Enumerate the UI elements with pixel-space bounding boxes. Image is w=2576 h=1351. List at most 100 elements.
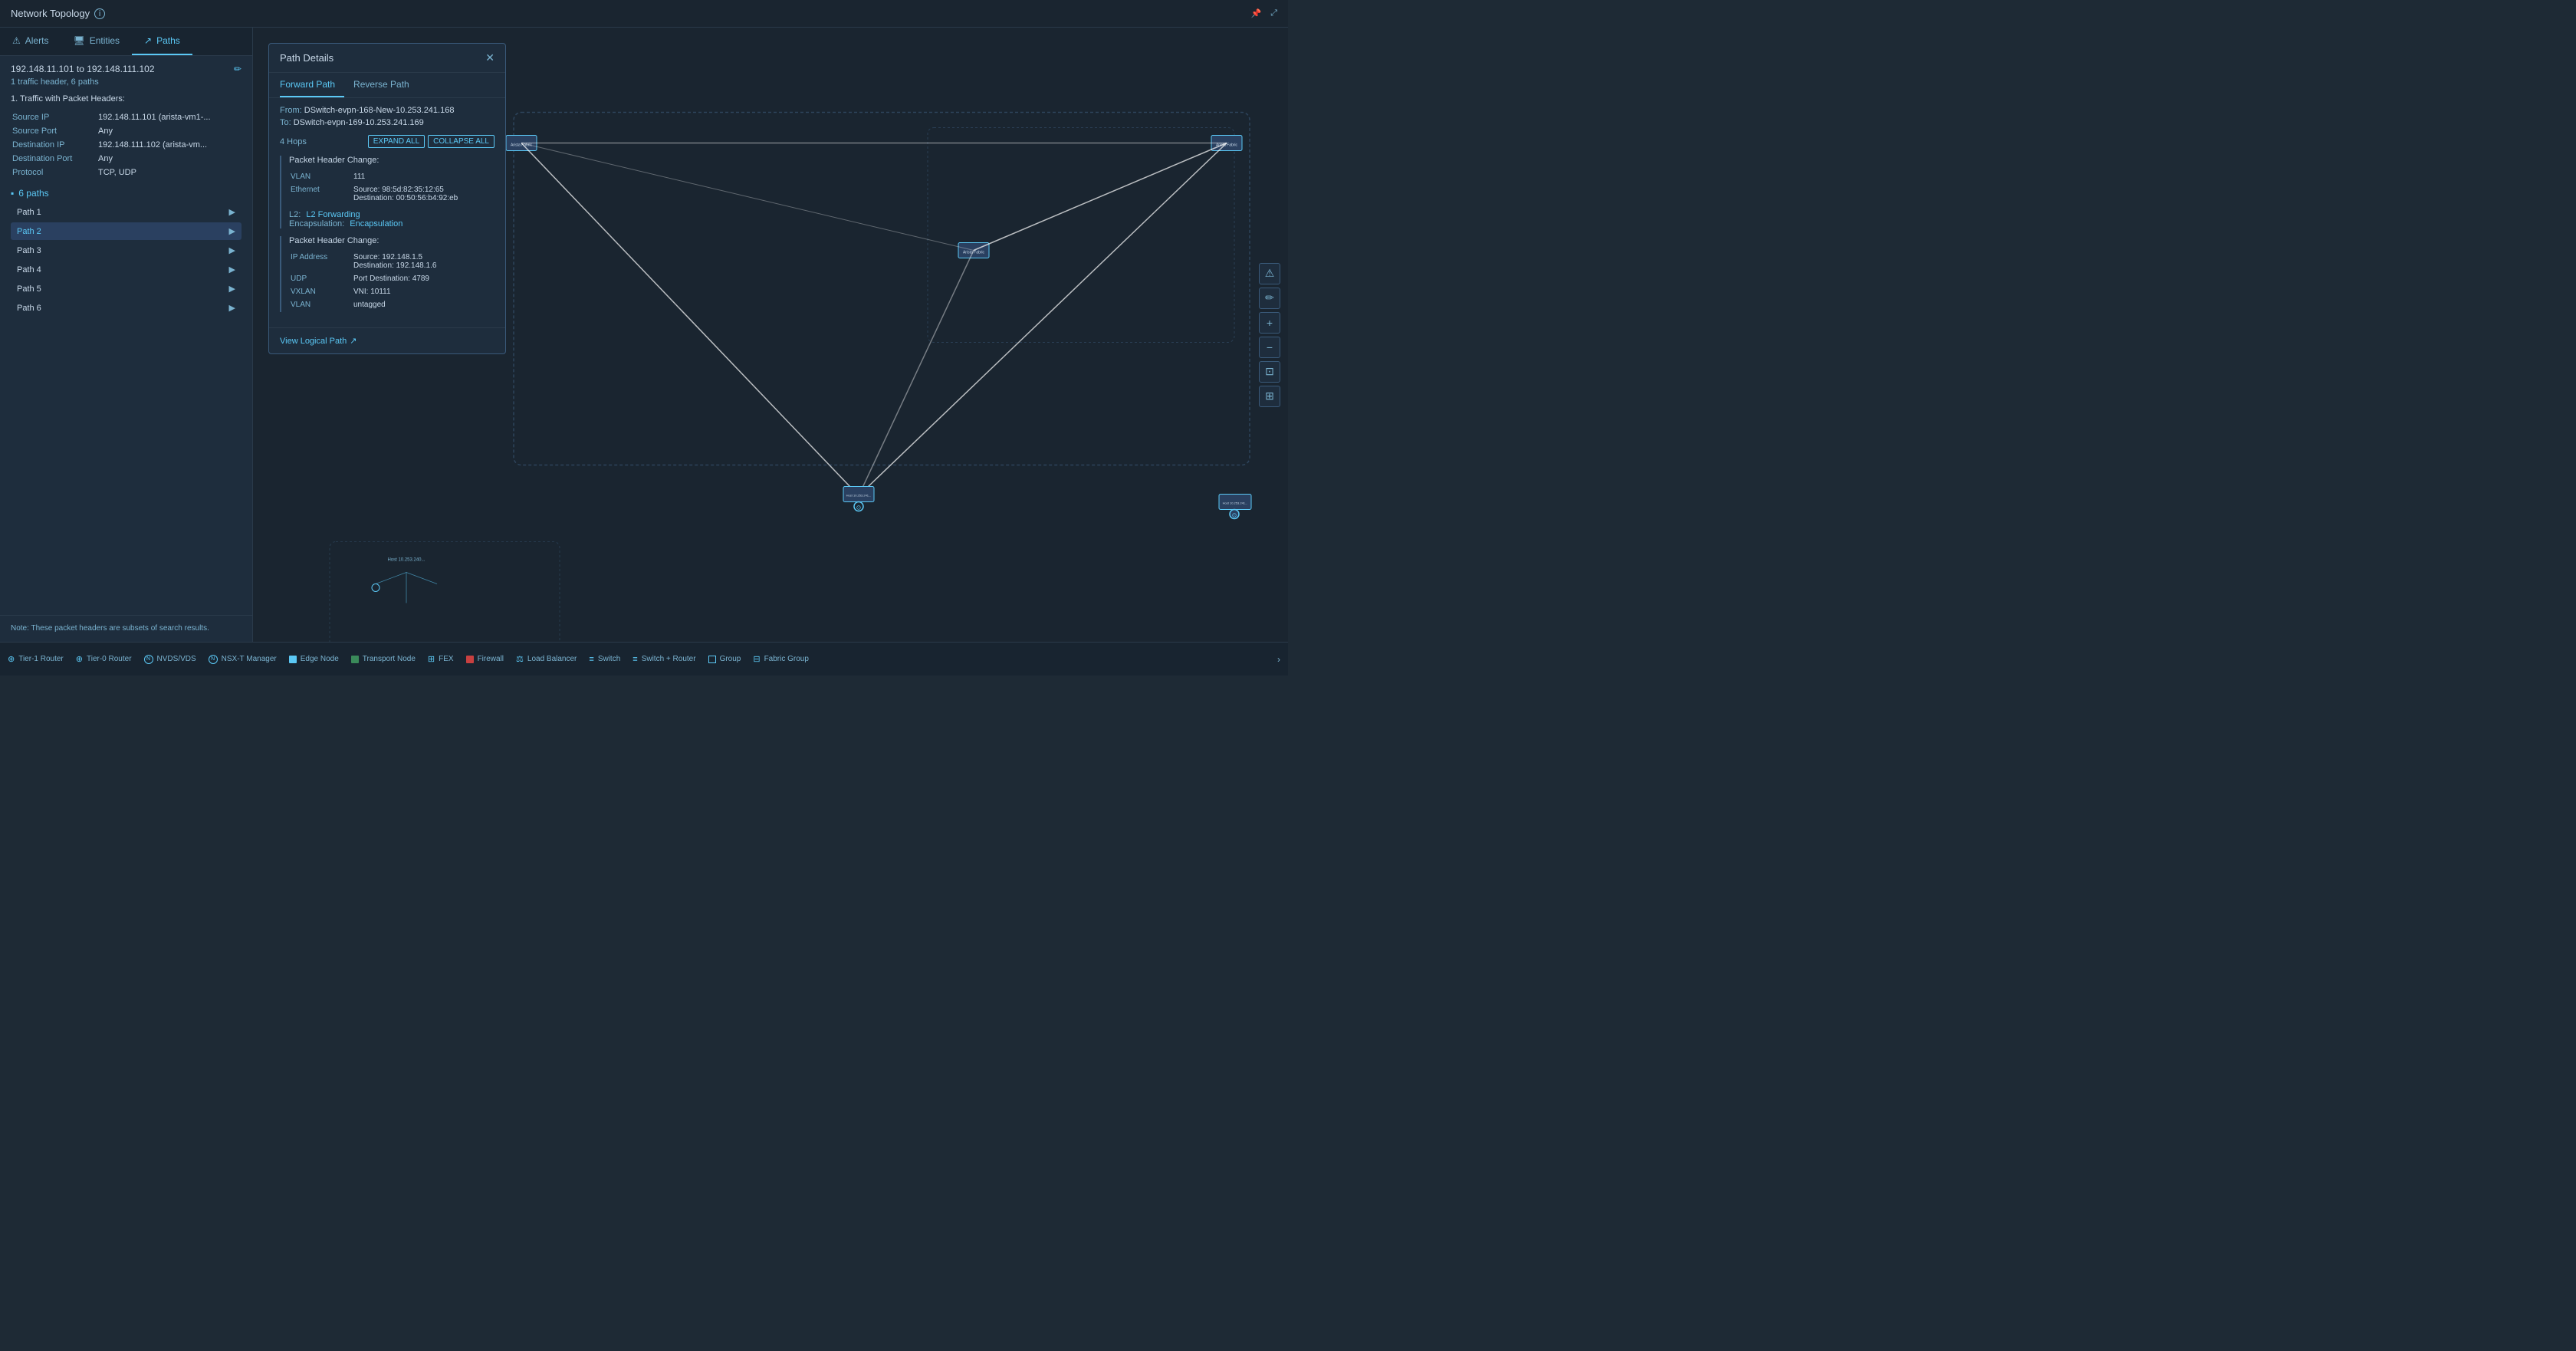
source-ip-value: 192.148.11.101 (arista-vm1-... [98,111,240,123]
svg-text:⊙: ⊙ [856,505,862,511]
legend-tier1-router: ⊕ Tier-1 Router [8,654,64,664]
fex-label: FEX [439,655,453,663]
more-button[interactable]: › [1277,654,1280,665]
source-port-label: Source Port [12,125,97,137]
path-3-label: Path 3 [17,246,41,255]
path-1-chevron: ▶ [229,207,235,217]
legend-nvds-vds: N NVDS/VDS [144,655,196,664]
legend-load-balancer: ⚖ Load Balancer [516,654,577,664]
hop-1-l2-label: L2: [289,210,301,219]
hop-1-section: Packet Header Change: VLAN 111 Ethernet … [280,156,495,228]
expand-icon[interactable]: ⤢ [1270,8,1277,18]
fit-button[interactable]: ⊡ [1259,361,1280,383]
hop-2-udp-row: UDP Port Destination: 4789 [291,273,493,284]
path-1-label: Path 1 [17,208,41,217]
zoom-out-button[interactable]: − [1259,337,1280,358]
group-icon [708,656,716,663]
hops-actions: EXPAND ALL COLLAPSE ALL [368,135,495,148]
path-5-label: Path 5 [17,284,41,294]
edit-tool-button[interactable]: ✏ [1259,288,1280,309]
hop-1-ethernet-value: Source: 98:5d:82:35:12:65 Destination: 0… [353,184,493,204]
path-item-2[interactable]: Path 2 ▶ [11,222,242,240]
source-port-value: Any [98,125,240,137]
bottom-legend-bar: ⊕ Tier-1 Router ⊕ Tier-0 Router N NVDS/V… [0,642,1288,676]
legend-firewall: Firewall [466,655,504,663]
paths-collapse-header[interactable]: ▪ 6 paths [11,188,242,199]
legend-group: Group [708,655,741,663]
svg-text:Arista Fabric: Arista Fabric [1216,143,1238,148]
path-item-4[interactable]: Path 4 ▶ [11,261,242,278]
transport-node-label: Transport Node [363,655,416,663]
nvds-label: NVDS/VDS [157,655,196,663]
switch-router-icon: ≡ [632,655,637,664]
header-actions: 📌 ⤢ [1250,8,1277,18]
tab-forward-path[interactable]: Forward Path [280,73,344,97]
dest-ip-value: 192.148.111.102 (arista-vm... [98,139,240,151]
fabric-group-icon: ⊟ [753,654,760,664]
app-header: Network Topology i 📌 ⤢ [0,0,1288,28]
path-details-close[interactable]: ✕ [485,51,495,64]
hop-2-vxlan-row: VXLAN VNI: 10111 [291,286,493,297]
nsx-icon: N [209,655,218,664]
hop-2-vlan-value: untagged [353,299,493,311]
collapse-all-button[interactable]: COLLAPSE ALL [428,135,495,148]
firewall-label: Firewall [478,655,504,663]
tab-alerts[interactable]: ⚠ Alerts [0,28,61,55]
path-item-3[interactable]: Path 3 ▶ [11,242,242,259]
entities-icon: 🖥 [73,35,84,46]
path-details-panel: Path Details ✕ Forward Path Reverse Path… [268,43,506,354]
switch-router-label: Switch + Router [642,655,696,663]
collapse-icon: ▪ [11,188,14,199]
node-bottom-left[interactable]: Host 10.253.241... ⊙ [843,487,874,511]
hop-1-table: VLAN 111 Ethernet Source: 98:5d:82:35:12… [289,169,495,205]
svg-text:Host 10.253.241...: Host 10.253.241... [1223,501,1248,505]
hop-1-title: Packet Header Change: [289,156,495,165]
edit-path-icon[interactable]: ✏ [234,64,242,74]
alert-tool-button[interactable]: ⚠ [1259,263,1280,284]
expand-all-button[interactable]: EXPAND ALL [368,135,425,148]
hops-label: 4 Hops [280,137,307,146]
nvds-icon: N [144,655,153,664]
hop-2-udp-value: Port Destination: 4789 [353,273,493,284]
transport-node-icon [351,656,359,663]
note-text: Note: These packet headers are subsets o… [0,615,252,642]
hop-1-l2-row: L2: L2 Forwarding [289,210,495,219]
tab-entities[interactable]: 🖥 Entities [61,28,132,55]
edge-node-label: Edge Node [301,655,339,663]
node-bottom-right[interactable]: Host 10.253.241... ⊙ [1219,495,1251,519]
canvas-area: Path Details ✕ Forward Path Reverse Path… [253,28,1288,642]
tab-paths[interactable]: ↗ Paths [132,28,192,55]
tab-entities-label: Entities [90,35,120,46]
hop-1-encap-row: Encapsulation: Encapsulation [289,219,495,228]
info-icon[interactable]: i [94,8,105,19]
hop-1-encap-value[interactable]: Encapsulation [350,219,402,228]
fex-icon: ⊞ [428,654,435,664]
path-item-6[interactable]: Path 6 ▶ [11,299,242,317]
path-3-chevron: ▶ [229,245,235,255]
path-4-chevron: ▶ [229,265,235,274]
path-4-label: Path 4 [17,265,41,274]
protocol-row: Protocol TCP, UDP [12,166,240,179]
load-balancer-icon: ⚖ [516,654,524,664]
view-logical-path-link[interactable]: View Logical Path ↗ [280,336,495,346]
path-item-5[interactable]: Path 5 ▶ [11,280,242,297]
path-details-header: Path Details ✕ [269,44,505,73]
tab-reverse-path[interactable]: Reverse Path [353,73,419,97]
hop-2-ip-label: IP Address [291,251,352,271]
dest-ip-row: Destination IP 192.148.111.102 (arista-v… [12,139,240,151]
dest-ip-label: Destination IP [12,139,97,151]
path-item-1[interactable]: Path 1 ▶ [11,203,242,221]
zoom-in-button[interactable]: + [1259,312,1280,334]
legend-nsx-manager: N NSX-T Manager [209,655,277,664]
main-layout: ⚠ Alerts 🖥 Entities ↗ Paths 192.148.11.1… [0,28,1288,642]
path-title-text: 192.148.11.101 to 192.148.111.102 [11,64,155,74]
pin-icon[interactable]: 📌 [1250,8,1261,18]
dest-port-value: Any [98,153,240,165]
path-2-label: Path 2 [17,227,41,236]
hop-2-ip-row: IP Address Source: 192.148.1.5 Destinati… [291,251,493,271]
source-port-row: Source Port Any [12,125,240,137]
layout-button[interactable]: ⊞ [1259,386,1280,407]
path-subtitle: 1 traffic header, 6 paths [11,77,242,87]
hop-1-l2-value[interactable]: L2 Forwarding [306,210,360,219]
hop-1-encap-label: Encapsulation: [289,219,344,228]
